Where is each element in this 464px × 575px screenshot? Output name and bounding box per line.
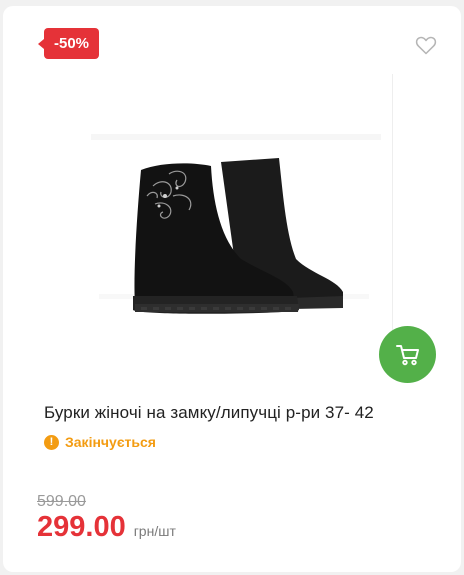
discount-badge: -50%: [38, 28, 99, 59]
price-row: 299.00 грн/шт: [37, 511, 176, 544]
product-title[interactable]: Бурки жіночі на замку/липучці р-ри 37- 4…: [44, 403, 444, 423]
stock-status: ! Закінчується: [44, 434, 156, 450]
price-unit: грн/шт: [133, 523, 176, 539]
exclamation-circle-icon: !: [44, 434, 59, 450]
image-divider: [392, 74, 393, 346]
product-card[interactable]: -50% Бурки жіночі на замку/липучці р-ри …: [3, 6, 461, 572]
favorite-heart-icon[interactable]: [414, 33, 438, 57]
stock-status-text: Закінчується: [65, 434, 156, 450]
shopping-cart-icon: [395, 344, 419, 365]
product-image[interactable]: [81, 74, 393, 346]
boots-image: [91, 134, 381, 314]
add-to-cart-button[interactable]: [379, 326, 436, 383]
current-price: 299.00: [37, 511, 126, 543]
old-price: 599.00: [37, 493, 86, 510]
